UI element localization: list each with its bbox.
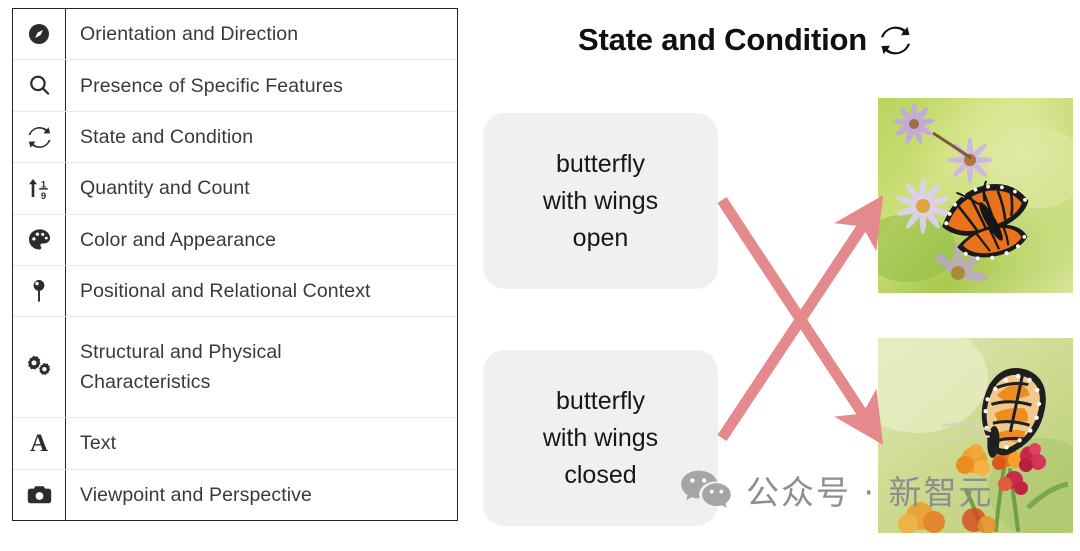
sort-numeric-icon: 1 9 (13, 163, 66, 214)
sync-arrows-icon (879, 24, 912, 57)
table-row[interactable]: 1 9 Quantity and Count (13, 163, 457, 215)
page-title-text: State and Condition (578, 22, 867, 57)
table-row[interactable]: Viewpoint and Perspective (13, 469, 457, 521)
arrow-closed-to-upper-image (717, 195, 884, 442)
table-row-label: Structural and Physical Characteristics (80, 341, 282, 394)
table-row[interactable]: Structural and Physical Characteristics (13, 317, 457, 419)
wechat-watermark: 公众号 · 新智元 (680, 466, 993, 514)
watermark-text: 公众号 · 新智元 (746, 473, 994, 512)
sync-arrows-icon (13, 111, 66, 163)
caption-text: butterfly with wings closed (542, 386, 659, 489)
page-title: State and Condition (460, 22, 1030, 58)
magnifier-icon (13, 60, 66, 111)
table-row[interactable]: Positional and Relational Context (13, 266, 457, 318)
letter-a-glyph: A (29, 429, 49, 457)
table-row[interactable]: A Text (13, 418, 457, 470)
letter-a-icon: A (13, 418, 66, 469)
table-row-label: Presence of Specific Features (80, 74, 344, 97)
table-row[interactable]: Color and Appearance (13, 214, 457, 267)
table-row-label: Orientation and Direction (80, 23, 299, 46)
table-row-label: Viewpoint and Perspective (80, 483, 312, 506)
caption-wings-open: butterfly with wings open (483, 113, 718, 289)
svg-text:9: 9 (41, 191, 46, 201)
table-row-label: Quantity and Count (80, 177, 250, 200)
caption-text: butterfly with wings open (542, 149, 659, 252)
compass-icon (13, 9, 66, 60)
arrow-open-to-lower-image (717, 196, 884, 445)
table-row[interactable]: State and Condition (13, 111, 457, 164)
table-row-label: Color and Appearance (80, 228, 277, 251)
wechat-icon (680, 469, 732, 511)
image-butterfly-wings-open (878, 98, 1073, 293)
taxonomy-table: Orientation and Direction Presence of Sp… (12, 8, 458, 521)
table-row[interactable]: Orientation and Direction (13, 9, 457, 61)
gears-icon (13, 317, 66, 418)
palette-icon (13, 214, 66, 266)
table-row-label: Positional and Relational Context (80, 280, 371, 303)
camera-icon (13, 469, 66, 521)
table-row-label: Text (80, 432, 117, 455)
table-row-label: State and Condition (80, 125, 254, 148)
map-pin-icon (13, 266, 66, 317)
table-row[interactable]: Presence of Specific Features (13, 60, 457, 112)
